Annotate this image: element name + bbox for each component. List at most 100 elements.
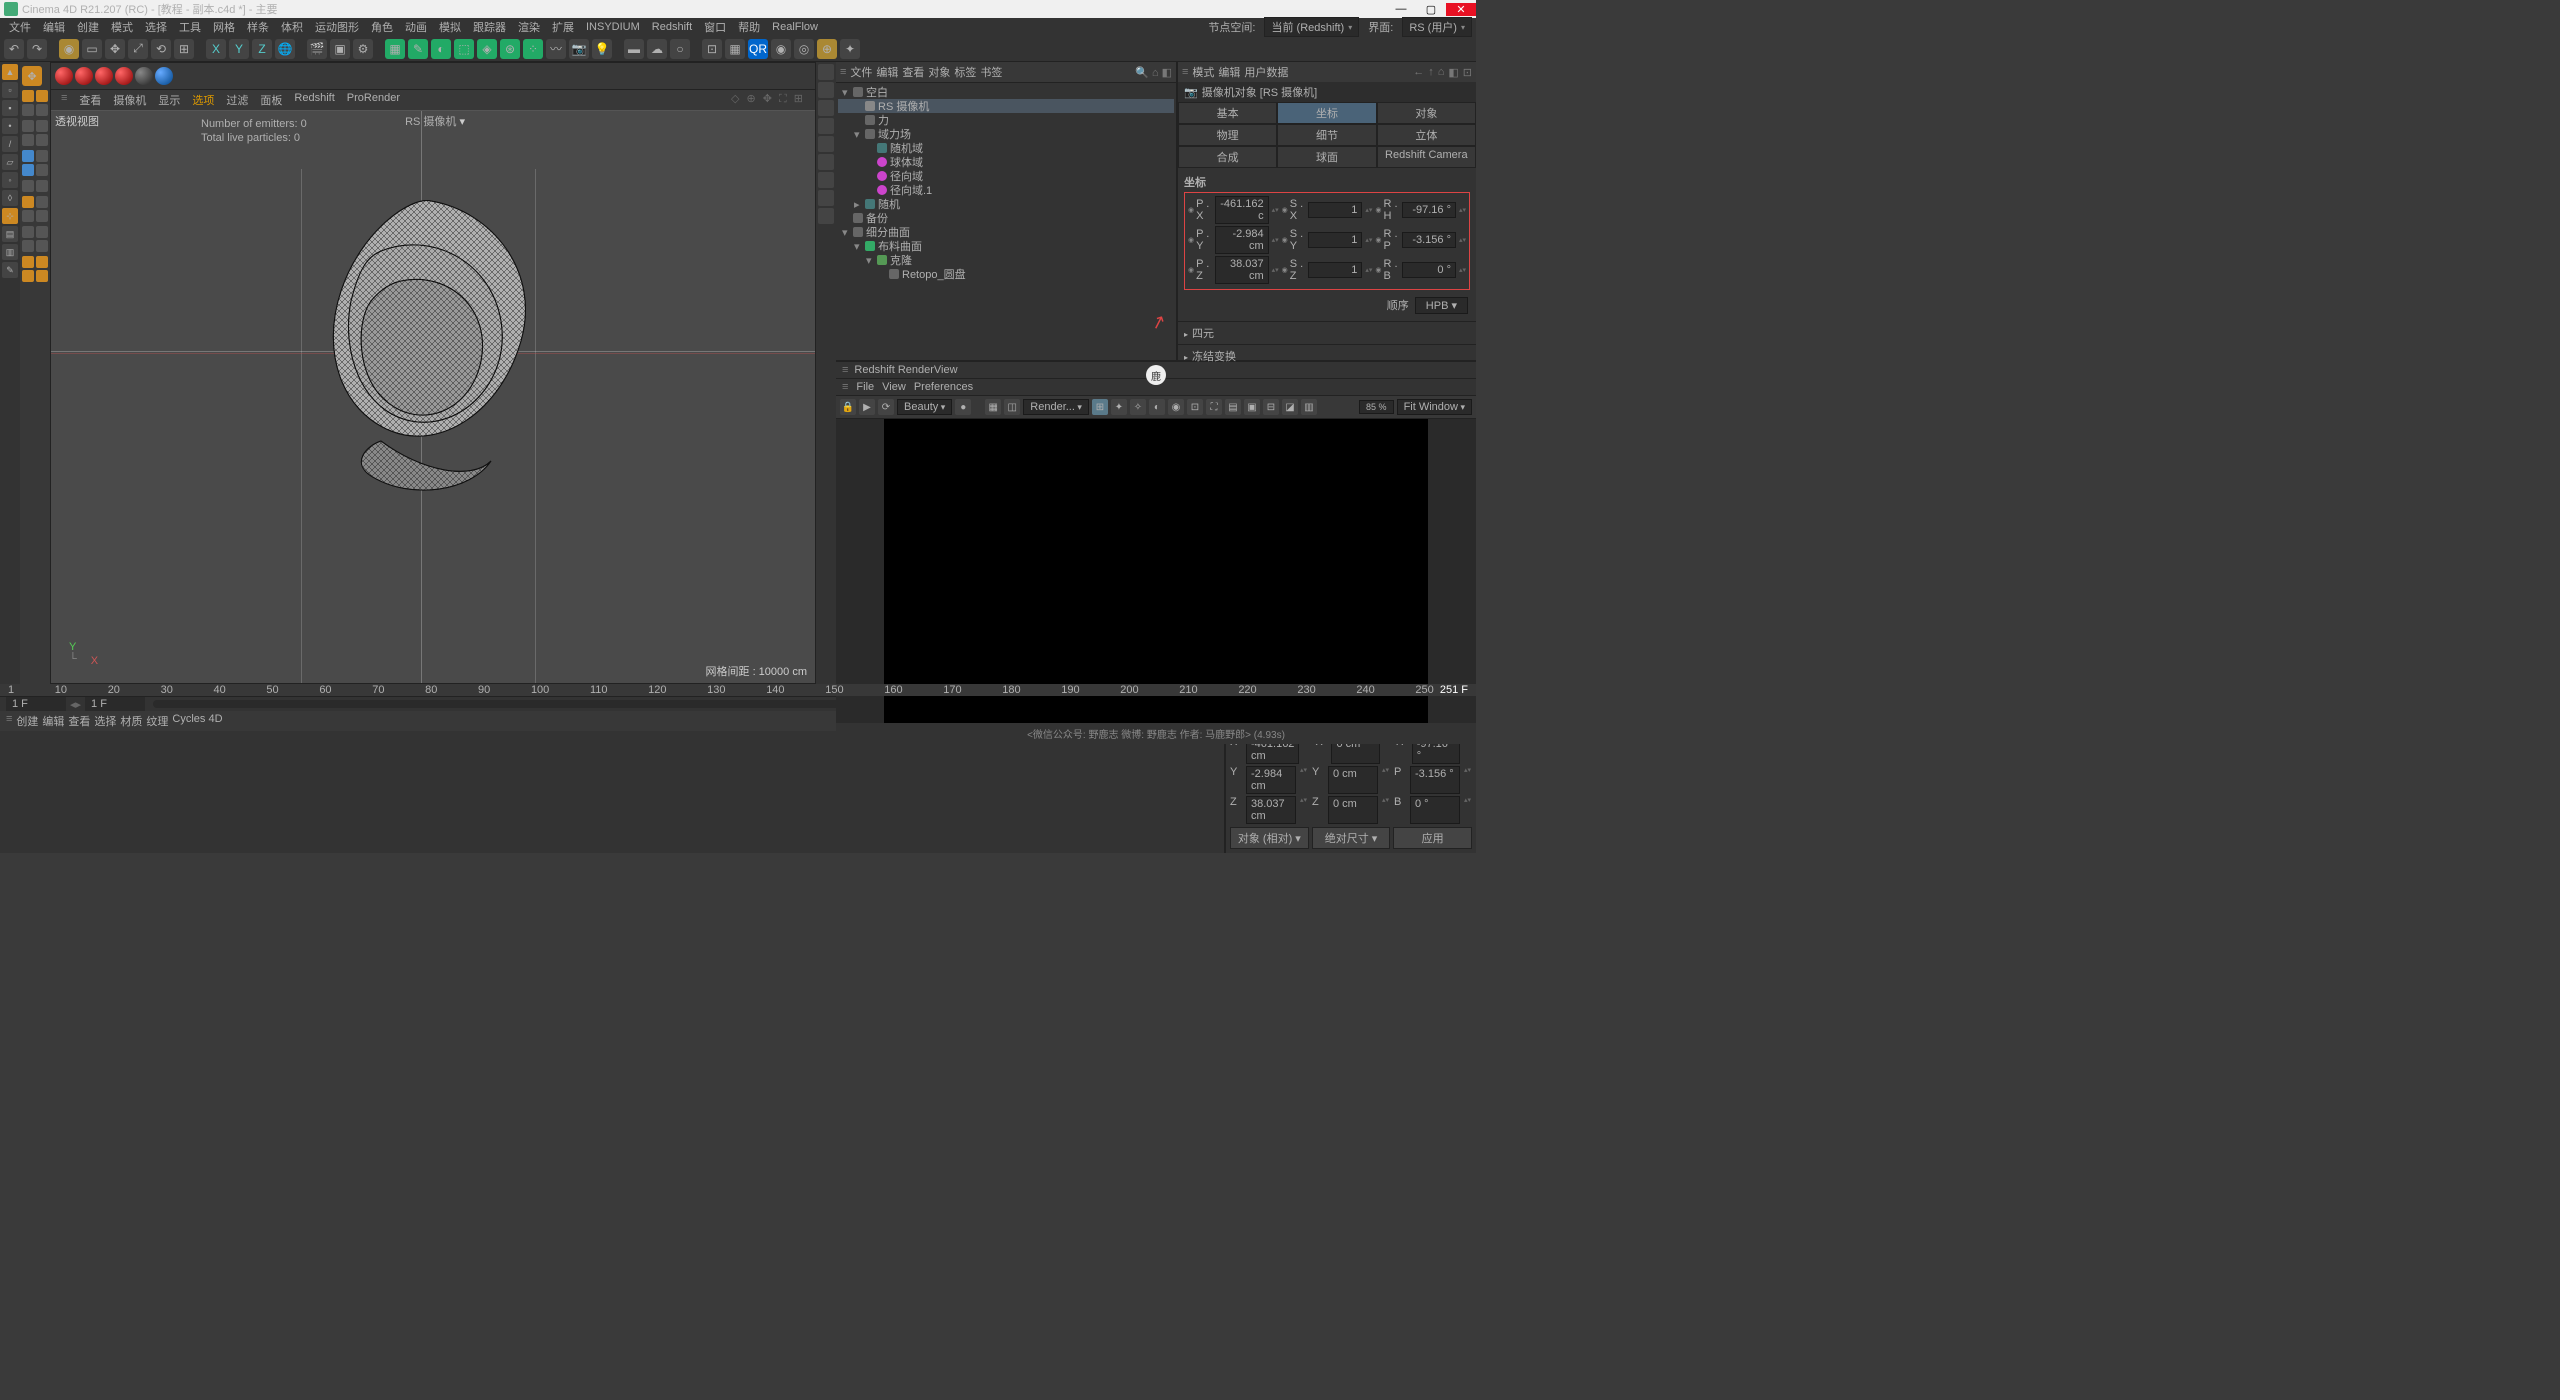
qr-icon[interactable]: QR — [748, 39, 768, 59]
rv-tool-icon[interactable]: ✧ — [1130, 399, 1146, 415]
viewport-hide-icon[interactable]: ▥ — [2, 244, 18, 260]
tree-row[interactable]: 力 — [838, 113, 1174, 127]
material-sphere[interactable] — [95, 67, 113, 85]
mat-menu[interactable]: 纹理 — [146, 713, 168, 729]
om-filter-icon[interactable] — [818, 190, 834, 206]
tree-row[interactable]: 随机域 — [838, 141, 1174, 155]
select-rect-icon[interactable]: ▭ — [82, 39, 102, 59]
move-icon[interactable]: ✥ — [105, 39, 125, 59]
tree-row[interactable]: ▾布料曲面 — [838, 239, 1174, 253]
poly-mode-icon[interactable]: ▱ — [2, 154, 18, 170]
attr-nav-icon[interactable]: ⊡ — [1463, 66, 1472, 79]
rv-crop-icon[interactable]: ◫ — [1004, 399, 1020, 415]
tree-row[interactable]: 径向域 — [838, 169, 1174, 183]
menu-item[interactable]: 渲染 — [513, 19, 545, 35]
nurbs-icon[interactable]: ◐ — [431, 39, 451, 59]
menu-item[interactable]: 帮助 — [733, 19, 765, 35]
mat-menu[interactable]: 材质 — [120, 713, 142, 729]
field-icon[interactable]: ⊛ — [500, 39, 520, 59]
menu-item[interactable]: 文件 — [4, 19, 36, 35]
rv-play-icon[interactable]: ▶ — [859, 399, 875, 415]
attr-tab-object[interactable]: 对象 — [1377, 102, 1476, 124]
workplane-icon[interactable]: ▦ — [725, 39, 745, 59]
material-sphere[interactable] — [155, 67, 173, 85]
rv-canvas[interactable] — [836, 419, 1476, 723]
rv-tool-icon[interactable]: ▥ — [1301, 399, 1317, 415]
axis-z-icon[interactable]: Z — [252, 39, 272, 59]
om-menu[interactable]: 编辑 — [876, 64, 898, 80]
menu-item[interactable]: 窗口 — [699, 19, 731, 35]
time-start-field[interactable]: 1 F — [6, 697, 66, 711]
coord-mode-combo[interactable]: 对象 (相对) ▾ — [1230, 827, 1309, 849]
menu-item[interactable]: 创建 — [72, 19, 104, 35]
redo-icon[interactable]: ↷ — [27, 39, 47, 59]
coord-size-combo[interactable]: 绝对尺寸 ▾ — [1312, 827, 1391, 849]
om-menu[interactable]: 查看 — [902, 64, 924, 80]
tree-row[interactable]: ▾细分曲面 — [838, 225, 1174, 239]
cloth-icon[interactable]: 〰 — [546, 39, 566, 59]
uv-point-icon[interactable]: ◦ — [2, 172, 18, 188]
rv-tool-icon[interactable]: ▣ — [1244, 399, 1260, 415]
material-sphere[interactable] — [55, 67, 73, 85]
rv-circle-icon[interactable]: ● — [955, 399, 971, 415]
menu-item[interactable]: 模式 — [106, 19, 138, 35]
layout-combo[interactable]: RS (用户) — [1402, 17, 1472, 37]
uv-poly-icon[interactable]: ◊ — [2, 190, 18, 206]
attr-nav-icon[interactable]: ⌂ — [1438, 66, 1445, 79]
mat-menu[interactable]: 创建 — [16, 713, 38, 729]
close-button[interactable]: ✕ — [1446, 3, 1476, 16]
rv-menu-item[interactable]: Preferences — [914, 381, 973, 393]
vp-menu-item[interactable]: Redshift — [290, 92, 338, 108]
attr-menu[interactable]: 模式 — [1192, 64, 1214, 80]
mat-menu[interactable]: 编辑 — [42, 713, 64, 729]
attr-nav-icon[interactable]: ◧ — [1448, 66, 1458, 79]
axis-mode-icon[interactable]: ⊹ — [2, 208, 18, 224]
vp-menu-item[interactable]: 过滤 — [222, 92, 252, 108]
camera-icon[interactable]: 📷 — [569, 39, 589, 59]
rv-tool-icon[interactable]: ⊡ — [1187, 399, 1203, 415]
attr-tab[interactable]: 合成 — [1178, 146, 1277, 168]
om-menu[interactable]: 标签 — [954, 64, 976, 80]
axis-x-icon[interactable]: X — [206, 39, 226, 59]
generator-icon[interactable]: ⬚ — [454, 39, 474, 59]
mat-menu[interactable]: 选择 — [94, 713, 116, 729]
deformer-icon[interactable]: ◈ — [477, 39, 497, 59]
menu-item[interactable]: 编辑 — [38, 19, 70, 35]
material-sphere[interactable] — [75, 67, 93, 85]
menu-item[interactable]: 扩展 — [547, 19, 579, 35]
snap-icon[interactable]: ⊡ — [702, 39, 722, 59]
om-filter-icon[interactable] — [818, 136, 834, 152]
point-mode-icon[interactable]: • — [2, 118, 18, 134]
select-live-icon[interactable]: ◉ — [59, 39, 79, 59]
menu-item[interactable]: 角色 — [366, 19, 398, 35]
attr-tab[interactable]: 物理 — [1178, 124, 1277, 146]
rv-refresh-icon[interactable]: ⟳ — [878, 399, 894, 415]
om-filter-icon[interactable] — [818, 118, 834, 134]
tree-row[interactable]: ▾域力场 — [838, 127, 1174, 141]
null-icon[interactable]: ○ — [670, 39, 690, 59]
viewport-solo-icon[interactable]: ▤ — [2, 226, 18, 242]
attr-nav-icon[interactable]: ↑ — [1428, 66, 1434, 79]
place-icon[interactable]: ⊞ — [174, 39, 194, 59]
coord-input[interactable]: -3.156 ° — [1402, 232, 1456, 248]
tree-row[interactable]: ▾空白 — [838, 85, 1174, 99]
tree-row[interactable]: 球体域 — [838, 155, 1174, 169]
rv-tool-icon[interactable]: ◐ — [1149, 399, 1165, 415]
vp-menu-item[interactable]: ProRender — [343, 92, 404, 108]
rv-render-combo[interactable]: Render... ▾ — [1023, 399, 1089, 415]
timeline-ruler[interactable]: 1102030405060708090100110120130140150160… — [0, 684, 1476, 696]
tree-row[interactable]: ▾克隆 — [838, 253, 1174, 267]
menu-item[interactable]: 工具 — [174, 19, 206, 35]
rv-tool-icon[interactable]: ⛶ — [1206, 399, 1222, 415]
om-filter-icon[interactable] — [818, 154, 834, 170]
undo-icon[interactable]: ↶ — [4, 39, 24, 59]
scale-icon[interactable]: ⤢ — [128, 39, 148, 59]
object-tree[interactable]: ▾空白RS 摄像机力▾域力场随机域球体域径向域径向域.1▸随机备份▾细分曲面▾布… — [836, 83, 1176, 360]
rv-tool-icon[interactable]: ✦ — [1111, 399, 1127, 415]
mograph-icon[interactable]: ⁘ — [523, 39, 543, 59]
rv-menu-item[interactable]: File — [856, 381, 874, 393]
vp-menu-item[interactable]: 选项 — [188, 92, 218, 108]
om-search-icon[interactable]: 🔍 ⌂ ◧ — [1135, 66, 1172, 79]
maximize-button[interactable]: ▢ — [1416, 3, 1446, 16]
rv-lock-icon[interactable]: 🔒 — [840, 399, 856, 415]
